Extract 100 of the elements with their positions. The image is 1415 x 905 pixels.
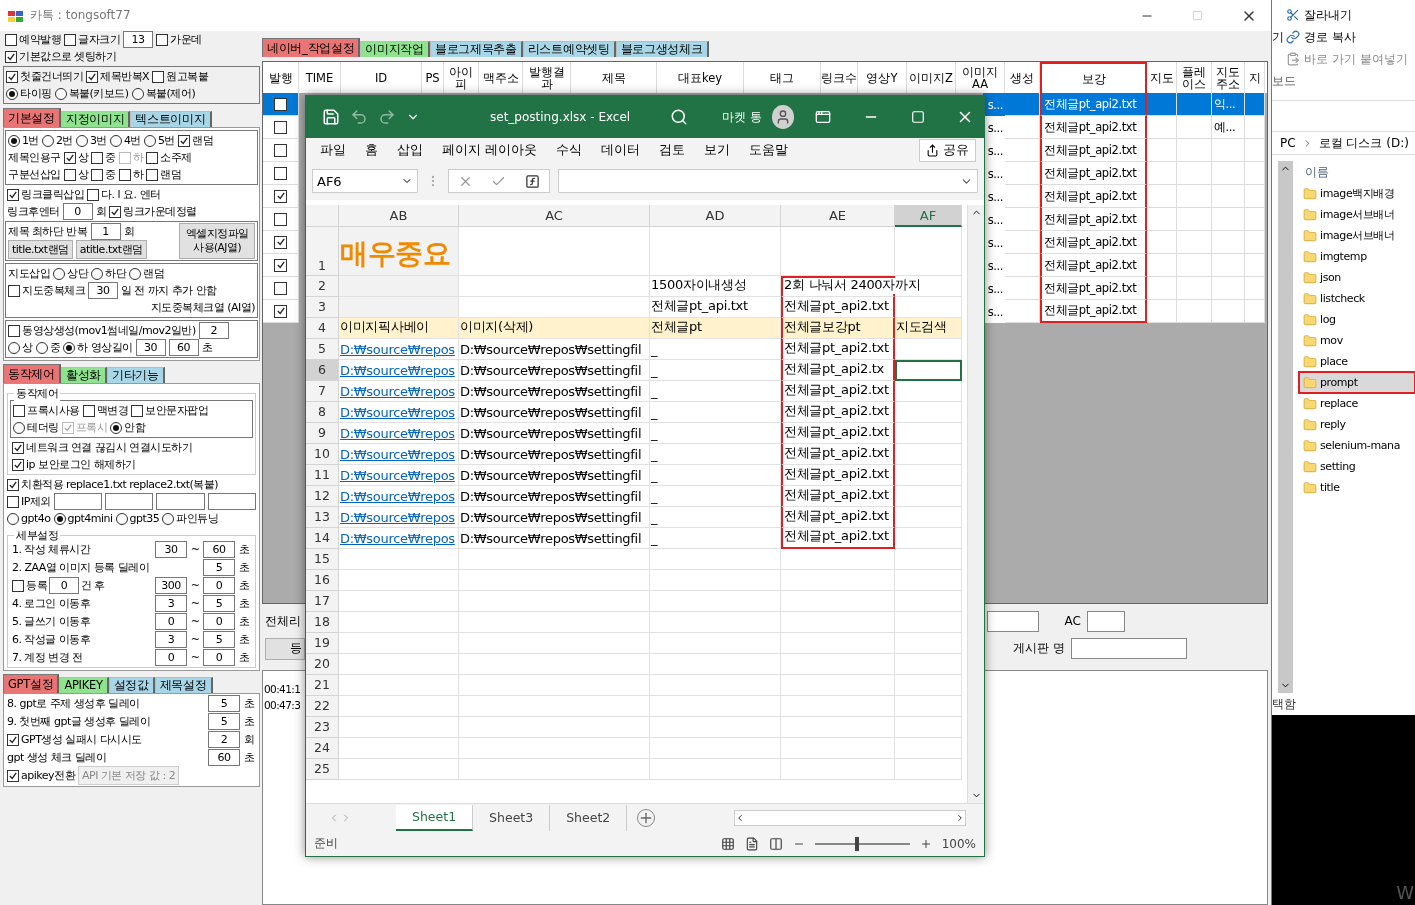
table-cell[interactable]	[263, 139, 299, 162]
checkbox[interactable]	[274, 212, 287, 226]
radio-button[interactable]: 중	[35, 340, 60, 355]
table-cell[interactable]	[459, 633, 650, 654]
folder-item[interactable]: setting	[1299, 456, 1415, 477]
folder-item[interactable]: place	[1299, 351, 1415, 372]
text-field[interactable]: 5	[203, 595, 235, 612]
folder-item[interactable]: imgtemp	[1299, 246, 1415, 267]
ribbon-button[interactable]: 바로 가기 붙여넣기	[1286, 48, 1415, 70]
table-cell[interactable]	[1177, 139, 1212, 162]
row-number[interactable]: 25	[306, 759, 339, 780]
checkbox[interactable]: 네트워크 연결 끊김시 연결시도하기	[12, 440, 193, 455]
table-cell[interactable]	[1177, 162, 1212, 185]
table-cell[interactable]	[1245, 93, 1265, 116]
row-number[interactable]: 18	[306, 612, 339, 633]
folder-item[interactable]: mov	[1299, 330, 1415, 351]
table-cell[interactable]	[1147, 231, 1177, 254]
checkbox[interactable]: 소주제	[146, 150, 192, 165]
radio-button[interactable]: 1번	[8, 133, 39, 148]
table-cell[interactable]	[895, 360, 962, 381]
column-header[interactable]: 발행결과	[523, 62, 571, 93]
table-cell[interactable]: 익...	[1212, 93, 1245, 116]
table-cell[interactable]	[781, 717, 895, 738]
table-cell[interactable]	[650, 570, 781, 591]
radio-button[interactable]: 파인튜닝	[162, 511, 219, 526]
table-cell[interactable]	[781, 654, 895, 675]
tab[interactable]: APIKEY	[59, 677, 109, 693]
table-cell[interactable]	[895, 633, 962, 654]
text-field[interactable]: 1	[90, 223, 121, 240]
checkbox[interactable]	[274, 189, 287, 203]
table-cell[interactable]	[339, 654, 459, 675]
table-cell[interactable]	[895, 402, 962, 423]
text-field[interactable]: 0	[155, 613, 187, 630]
checkbox[interactable]: 맥변경	[82, 403, 128, 418]
table-cell[interactable]	[263, 300, 299, 323]
table-cell[interactable]	[263, 93, 299, 116]
table-cell[interactable]	[339, 570, 459, 591]
row-number[interactable]: 5	[306, 339, 339, 360]
table-cell[interactable]	[781, 227, 895, 276]
sheet-tab[interactable]: Sheet2	[550, 804, 628, 831]
menu-item[interactable]: 삽입	[387, 141, 432, 159]
table-cell[interactable]: 전체글pt_api2.txt	[1040, 277, 1147, 300]
table-cell[interactable]	[895, 507, 962, 528]
row-number[interactable]: 21	[306, 675, 339, 696]
table-cell[interactable]: 전체글pt_api2.txt	[1040, 254, 1147, 277]
table-cell[interactable]	[459, 717, 650, 738]
text-field[interactable]	[105, 493, 154, 510]
table-cell[interactable]	[1005, 254, 1040, 277]
action-button[interactable]: title.txt랜덤	[8, 240, 73, 259]
menu-item[interactable]: 페이지 레이아웃	[432, 141, 546, 159]
row-number[interactable]: 16	[306, 570, 339, 591]
row-number[interactable]: 2	[306, 276, 339, 297]
tab[interactable]: 제목설정	[154, 677, 213, 693]
checkbox[interactable]	[274, 143, 287, 157]
checkbox[interactable]: 가운데	[156, 32, 202, 47]
table-cell[interactable]	[1212, 208, 1245, 231]
checkbox[interactable]: 치환적용 replace1.txt replace2.txt(복붙)	[7, 477, 219, 492]
table-cell[interactable]	[263, 162, 299, 185]
table-cell[interactable]	[339, 738, 459, 759]
table-cell[interactable]	[339, 276, 459, 297]
table-cell[interactable]	[1177, 254, 1212, 277]
table-cell[interactable]	[459, 696, 650, 717]
table-cell[interactable]	[1147, 185, 1177, 208]
table-cell[interactable]	[781, 759, 895, 780]
table-cell[interactable]	[1212, 254, 1245, 277]
checkbox[interactable]: 제목반복X	[86, 69, 150, 84]
row-number[interactable]: 1	[306, 227, 339, 276]
checkbox[interactable]	[274, 120, 287, 134]
table-cell[interactable]	[1245, 254, 1265, 277]
table-cell[interactable]	[1212, 231, 1245, 254]
column-header[interactable]: AF	[895, 205, 962, 227]
folder-item[interactable]: prompt	[1299, 372, 1415, 393]
action-button[interactable]: 엑셀지정파일 사용(AJ열)	[179, 223, 255, 259]
radio-button[interactable]: 타이핑	[6, 86, 52, 101]
table-cell[interactable]: s...	[983, 231, 1005, 254]
radio-button[interactable]: 테더링	[13, 420, 59, 435]
table-cell[interactable]	[1147, 300, 1177, 323]
table-cell[interactable]	[1212, 300, 1245, 323]
table-cell[interactable]	[895, 549, 962, 570]
text-field[interactable]: 0	[203, 649, 235, 666]
table-cell[interactable]	[1177, 300, 1212, 323]
table-cell[interactable]	[459, 759, 650, 780]
row-number[interactable]: 22	[306, 696, 339, 717]
column-header[interactable]: TIME	[299, 62, 341, 93]
checkbox[interactable]: 예약발행	[5, 32, 61, 47]
table-cell[interactable]	[1212, 162, 1245, 185]
function-icon[interactable]	[524, 173, 540, 189]
table-cell[interactable]	[339, 612, 459, 633]
radio-button[interactable]: 3번	[76, 133, 107, 148]
table-cell[interactable]	[781, 549, 895, 570]
avatar-icon[interactable]	[772, 105, 795, 129]
table-cell[interactable]	[1245, 116, 1265, 139]
table-cell[interactable]	[650, 591, 781, 612]
checkbox[interactable]: 링크가운데정렬	[109, 204, 197, 219]
table-cell[interactable]	[1212, 277, 1245, 300]
text-field[interactable]: 30	[155, 541, 187, 558]
folder-item[interactable]: image서브배너	[1299, 204, 1415, 225]
radio-button[interactable]: 하단	[91, 266, 126, 281]
table-cell[interactable]	[1005, 162, 1040, 185]
checkbox[interactable]: 동영상생성(mov1썸네일/mov2일반)	[8, 323, 196, 338]
